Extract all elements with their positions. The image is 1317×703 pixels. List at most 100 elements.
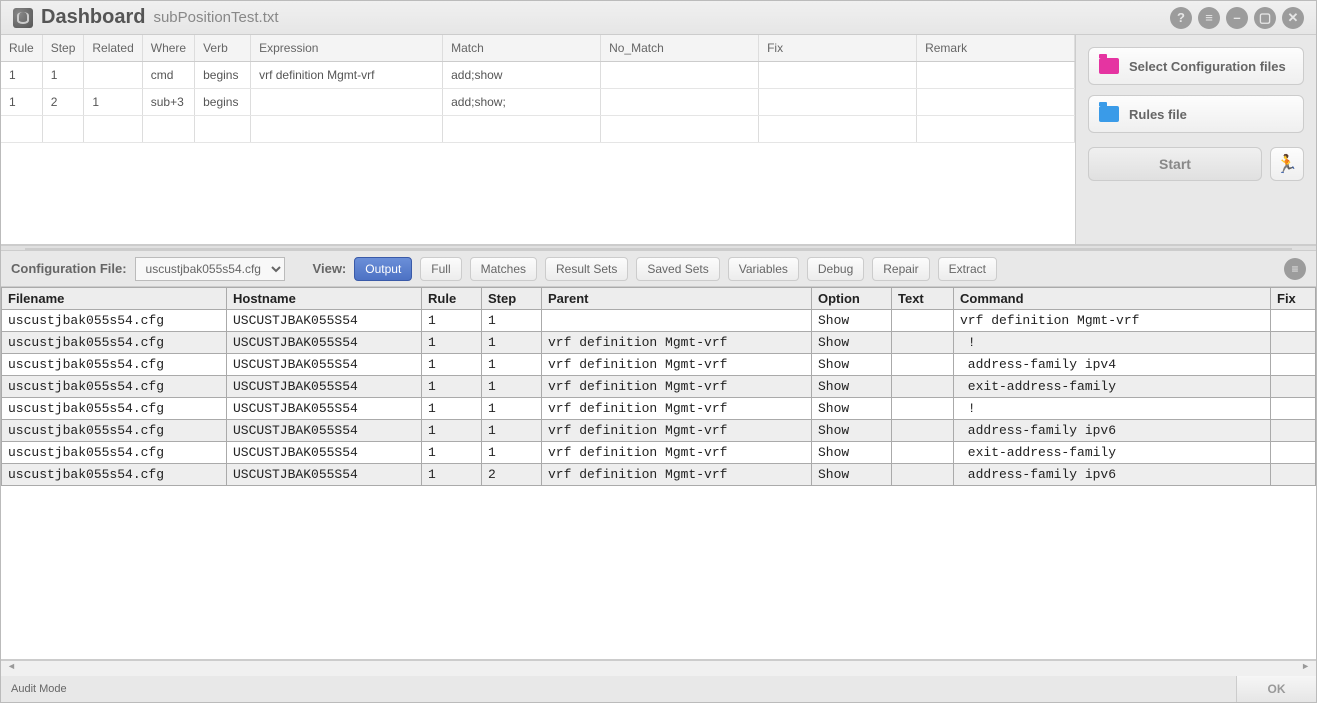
ocol-text[interactable]: Text [892,288,954,310]
help-icon[interactable]: ? [1170,7,1192,29]
col-fix[interactable]: Fix [759,35,917,62]
output-cell-parent: vrf definition Mgmt-vrf [542,442,812,464]
output-cell-hostname: USCUSTJBAK055S54 [227,310,422,332]
col-step[interactable]: Step [42,35,84,62]
output-cell-filename: uscustjbak055s54.cfg [2,332,227,354]
rules-row-empty[interactable] [1,116,1075,143]
col-where[interactable]: Where [142,35,194,62]
view-matches-button[interactable]: Matches [470,257,537,281]
view-extract-button[interactable]: Extract [938,257,997,281]
rules-cell-step: 1 [42,62,84,89]
window-subtitle: subPositionTest.txt [153,9,278,26]
rules-file-button[interactable]: Rules file [1088,95,1304,133]
output-cell-text [892,464,954,486]
output-cell-hostname: USCUSTJBAK055S54 [227,354,422,376]
output-row[interactable]: uscustjbak055s54.cfgUSCUSTJBAK055S5411vr… [2,442,1316,464]
output-cell-rule: 1 [422,442,482,464]
rules-cell-expr [251,89,443,116]
maximize-icon[interactable]: ▢ [1254,7,1276,29]
col-match[interactable]: Match [443,35,601,62]
output-cell-filename: uscustjbak055s54.cfg [2,398,227,420]
output-cell-hostname: USCUSTJBAK055S54 [227,420,422,442]
col-expression[interactable]: Expression [251,35,443,62]
minimize-icon[interactable]: – [1226,7,1248,29]
rules-cell-rule: 1 [1,62,42,89]
select-config-files-button[interactable]: Select Configuration files [1088,47,1304,85]
rules-cell-related: 1 [84,89,142,116]
output-cell-step: 1 [482,398,542,420]
start-button[interactable]: Start [1088,147,1262,181]
ocol-step[interactable]: Step [482,288,542,310]
output-cell-step: 1 [482,420,542,442]
output-cell-command: ! [954,332,1271,354]
output-cell-command: vrf definition Mgmt-vrf [954,310,1271,332]
output-cell-text [892,332,954,354]
output-header-row: Filename Hostname Rule Step Parent Optio… [2,288,1316,310]
ok-button[interactable]: OK [1236,676,1316,702]
output-cell-fix [1271,332,1316,354]
col-remark[interactable]: Remark [917,35,1075,62]
ocol-command[interactable]: Command [954,288,1271,310]
ocol-rule[interactable]: Rule [422,288,482,310]
output-cell-hostname: USCUSTJBAK055S54 [227,398,422,420]
rules-header-row: Rule Step Related Where Verb Expression … [1,35,1075,62]
ocol-fix[interactable]: Fix [1271,288,1316,310]
output-cell-parent: vrf definition Mgmt-vrf [542,464,812,486]
output-cell-step: 2 [482,464,542,486]
output-cell-parent: vrf definition Mgmt-vrf [542,332,812,354]
output-cell-filename: uscustjbak055s54.cfg [2,354,227,376]
view-output-button[interactable]: Output [354,257,412,281]
col-related[interactable]: Related [84,35,142,62]
view-repair-button[interactable]: Repair [872,257,929,281]
col-nomatch[interactable]: No_Match [601,35,759,62]
view-full-button[interactable]: Full [420,257,461,281]
output-cell-parent: vrf definition Mgmt-vrf [542,420,812,442]
output-row[interactable]: uscustjbak055s54.cfgUSCUSTJBAK055S5412vr… [2,464,1316,486]
output-cell-command: address-family ipv6 [954,420,1271,442]
config-file-select[interactable]: uscustjbak055s54.cfg [135,257,285,281]
output-row[interactable]: uscustjbak055s54.cfgUSCUSTJBAK055S5411vr… [2,420,1316,442]
output-row[interactable]: uscustjbak055s54.cfgUSCUSTJBAK055S5411vr… [2,398,1316,420]
output-row[interactable]: uscustjbak055s54.cfgUSCUSTJBAK055S5411vr… [2,354,1316,376]
ocol-filename[interactable]: Filename [2,288,227,310]
rules-cell-fix [759,62,917,89]
output-table[interactable]: Filename Hostname Rule Step Parent Optio… [1,287,1316,486]
output-cell-option: Show [812,464,892,486]
rules-row[interactable]: 121sub+3beginsadd;show; [1,89,1075,116]
folder-blue-icon [1099,106,1119,122]
pane-divider[interactable] [1,245,1316,251]
config-file-label: Configuration File: [11,261,127,276]
output-cell-fix [1271,442,1316,464]
horizontal-scrollbar[interactable] [1,660,1316,676]
toolbar-menu-icon[interactable]: ≡ [1284,258,1306,280]
col-rule[interactable]: Rule [1,35,42,62]
rules-table[interactable]: Rule Step Related Where Verb Expression … [1,35,1075,143]
output-cell-hostname: USCUSTJBAK055S54 [227,442,422,464]
output-cell-step: 1 [482,332,542,354]
run-icon[interactable]: 🏃 [1270,147,1304,181]
rules-row[interactable]: 11cmdbeginsvrf definition Mgmt-vrfadd;sh… [1,62,1075,89]
ocol-hostname[interactable]: Hostname [227,288,422,310]
output-cell-filename: uscustjbak055s54.cfg [2,442,227,464]
output-cell-step: 1 [482,354,542,376]
col-verb[interactable]: Verb [195,35,251,62]
output-cell-filename: uscustjbak055s54.cfg [2,376,227,398]
output-cell-command: address-family ipv6 [954,464,1271,486]
output-row[interactable]: uscustjbak055s54.cfgUSCUSTJBAK055S5411vr… [2,376,1316,398]
view-saved-sets-button[interactable]: Saved Sets [636,257,719,281]
output-row[interactable]: uscustjbak055s54.cfgUSCUSTJBAK055S5411Sh… [2,310,1316,332]
menu-icon[interactable]: ≡ [1198,7,1220,29]
output-cell-text [892,354,954,376]
rules-cell-step: 2 [42,89,84,116]
view-label: View: [313,261,347,276]
close-icon[interactable]: ✕ [1282,7,1304,29]
view-result-sets-button[interactable]: Result Sets [545,257,628,281]
view-variables-button[interactable]: Variables [728,257,799,281]
ocol-option[interactable]: Option [812,288,892,310]
ocol-parent[interactable]: Parent [542,288,812,310]
output-cell-command: exit-address-family [954,442,1271,464]
rules-cell-nomatch [601,62,759,89]
view-debug-button[interactable]: Debug [807,257,864,281]
output-cell-option: Show [812,354,892,376]
output-row[interactable]: uscustjbak055s54.cfgUSCUSTJBAK055S5411vr… [2,332,1316,354]
